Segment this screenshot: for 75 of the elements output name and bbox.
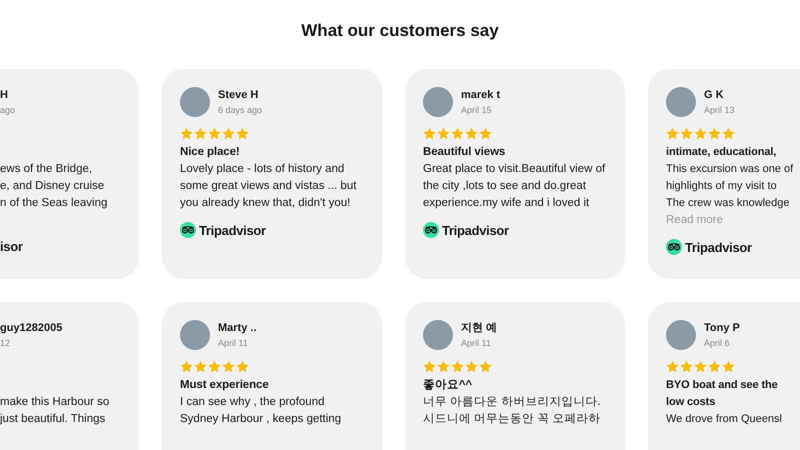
- star-icon: [208, 360, 221, 373]
- star-icon: [222, 127, 235, 140]
- review-text: make this Harbour so just beautiful. Things: [0, 395, 110, 427]
- star-icon: [479, 360, 492, 373]
- review-title: Must experience: [180, 378, 270, 393]
- star-icon: [666, 360, 679, 373]
- reviewer-name: marek t: [461, 88, 500, 102]
- star-icon: [222, 360, 235, 373]
- avatar-photo-placeholder: [180, 320, 210, 350]
- review-title: BYO boat and see the low costs: [666, 378, 779, 410]
- star-icon: [680, 127, 693, 140]
- star-icon: [666, 127, 679, 140]
- read-more-link[interactable]: Read more: [666, 212, 800, 229]
- star-icon: [708, 360, 721, 373]
- star-icon: [194, 360, 207, 373]
- star-icon: [465, 127, 478, 140]
- source-logo-text: Tripadvisor: [685, 240, 752, 254]
- star-icon: [465, 360, 478, 373]
- review-date: 6 days ago: [218, 104, 262, 116]
- star-icon: [236, 360, 249, 373]
- star-icon: [437, 360, 450, 373]
- star-icon: [423, 360, 436, 373]
- avatar-photo-placeholder: [666, 87, 696, 117]
- review-title: 좋아요^^: [423, 378, 473, 393]
- review-date: April 11: [218, 336, 249, 350]
- source-logo-text: Tripadvisor: [442, 222, 509, 238]
- star-icon: [722, 360, 735, 373]
- reviewer-name: 지현 예: [461, 320, 498, 334]
- review-text: I can see why , the profound Sydney Harbour , keeps getting: [180, 395, 342, 427]
- star-icon: [451, 127, 464, 140]
- reviewer-name: Marty ..: [218, 320, 257, 334]
- star-icon: [236, 127, 249, 140]
- star-icon: [479, 127, 492, 140]
- star-icon: [437, 127, 450, 140]
- review-text: ews of the Bridge, e, and Disney cruise n of the Seas leaving: [0, 162, 108, 211]
- star-icon: [180, 127, 193, 140]
- star-icon: [180, 360, 193, 373]
- review-date: 12: [0, 336, 12, 350]
- avatar-photo-placeholder: [423, 87, 453, 117]
- star-icon: [194, 127, 207, 140]
- review-text: 너무 아름다운 하버브리지입니다. 시드니에 머무는동안 꼭 오페라하: [423, 395, 602, 427]
- owl-logo-icon: [423, 222, 439, 238]
- source-logo-text: isor: [0, 239, 23, 254]
- review-date: April 15: [461, 104, 493, 116]
- star-icon: [694, 127, 707, 140]
- reviewer-name: guy1282005: [0, 320, 62, 334]
- avatar-photo-placeholder: [666, 320, 696, 350]
- star-icon: [451, 360, 464, 373]
- review-date: ago: [0, 104, 16, 116]
- review-text: This excursion was one of highlights of my visit to The crew was knowledge: [666, 162, 794, 211]
- review-title: intimate, educational,: [666, 145, 778, 160]
- avatar-photo-placeholder: [180, 87, 210, 117]
- avatar-photo-placeholder: [423, 320, 453, 350]
- review-date: April 13: [704, 104, 735, 116]
- section-heading: What our customers say: [300, 21, 500, 41]
- owl-logo-icon: [666, 239, 682, 255]
- star-icon: [680, 360, 693, 373]
- star-icon: [708, 127, 721, 140]
- star-icon: [208, 127, 221, 140]
- review-text: We drove from Queensl: [666, 412, 783, 427]
- review-title: Nice place!: [180, 145, 241, 160]
- source-logo-text: Tripadvisor: [199, 222, 266, 238]
- review-text: Great place to visit.Beautiful view of the city ,lots to see and do.great experience.my wife and i loved it: [423, 162, 606, 211]
- review-date: April 6: [704, 336, 731, 350]
- reviewer-name: Tony P: [704, 320, 740, 334]
- review-text: Lovely place - lots of history and some great views and vistas ... but you already knew that, didn't you!: [180, 162, 358, 211]
- reviewer-name: Steve H: [218, 88, 260, 102]
- reviewer-name: H: [0, 88, 9, 102]
- star-icon: [423, 127, 436, 140]
- reviewer-name: G K: [704, 88, 725, 102]
- star-icon: [722, 127, 735, 140]
- owl-logo-icon: [180, 222, 196, 238]
- star-icon: [694, 360, 707, 373]
- review-date: April 11: [461, 336, 492, 350]
- review-title: Beautiful views: [423, 145, 506, 160]
